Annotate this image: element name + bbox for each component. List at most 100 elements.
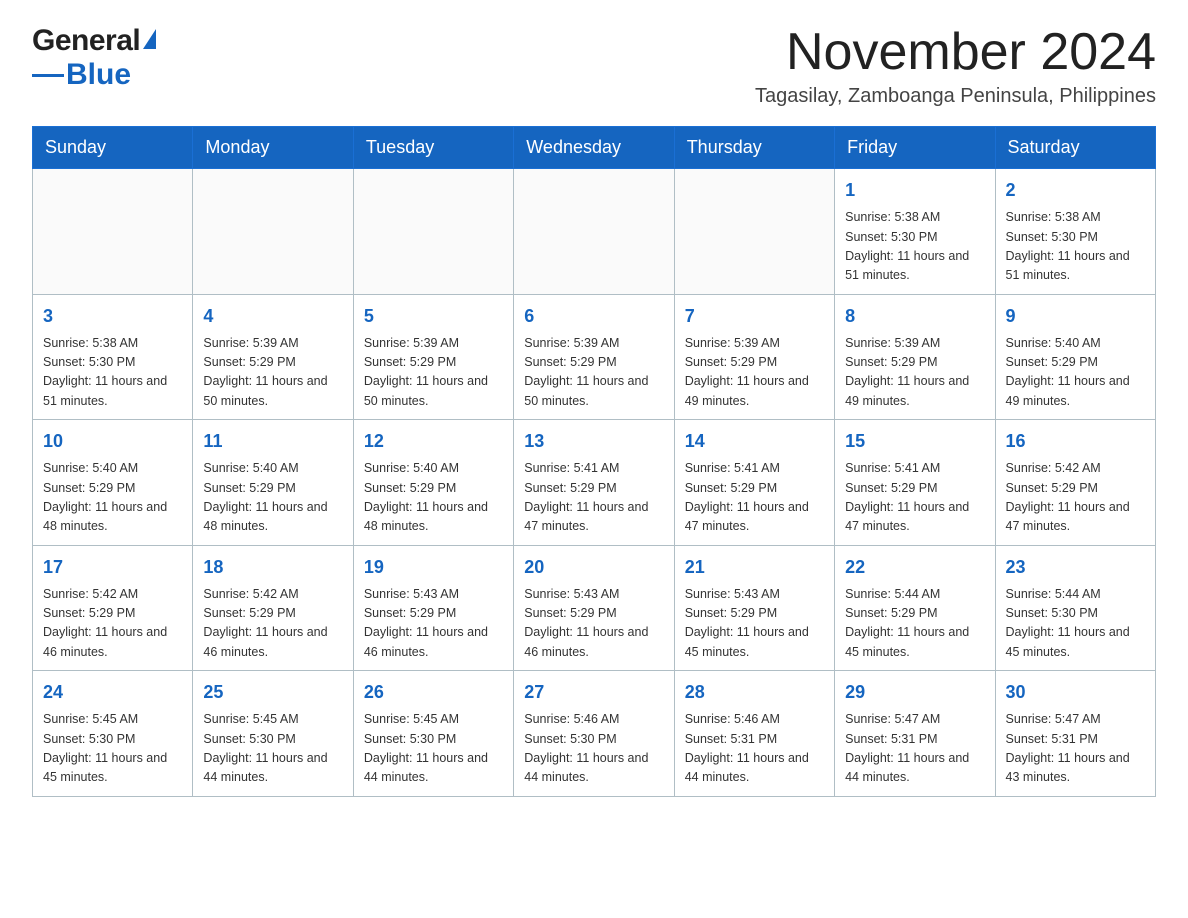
day-info: Sunrise: 5:38 AM Sunset: 5:30 PM Dayligh… <box>845 208 984 286</box>
location-subtitle: Tagasilay, Zamboanga Peninsula, Philippi… <box>755 85 1156 108</box>
logo-general-text: General <box>32 24 140 58</box>
day-info: Sunrise: 5:38 AM Sunset: 5:30 PM Dayligh… <box>1006 208 1145 286</box>
day-info: Sunrise: 5:39 AM Sunset: 5:29 PM Dayligh… <box>203 334 342 412</box>
calendar-cell <box>353 169 513 295</box>
day-info: Sunrise: 5:41 AM Sunset: 5:29 PM Dayligh… <box>685 459 824 537</box>
calendar-cell: 30 Sunrise: 5:47 AM Sunset: 5:31 PM Dayli… <box>995 671 1155 797</box>
day-number: 22 <box>845 554 984 581</box>
calendar-table: Sunday Monday Tuesday Wednesday Thursday… <box>32 126 1156 797</box>
day-number: 10 <box>43 428 182 455</box>
col-monday: Monday <box>193 127 353 169</box>
calendar-cell: 13 Sunrise: 5:41 AM Sunset: 5:29 PM Dayli… <box>514 420 674 546</box>
day-info: Sunrise: 5:45 AM Sunset: 5:30 PM Dayligh… <box>43 710 182 788</box>
day-number: 21 <box>685 554 824 581</box>
calendar-cell: 9 Sunrise: 5:40 AM Sunset: 5:29 PM Daylig… <box>995 294 1155 420</box>
logo-blue-text: Blue <box>66 58 131 92</box>
logo-triangle-icon <box>143 29 156 49</box>
day-info: Sunrise: 5:40 AM Sunset: 5:29 PM Dayligh… <box>364 459 503 537</box>
day-number: 14 <box>685 428 824 455</box>
day-info: Sunrise: 5:43 AM Sunset: 5:29 PM Dayligh… <box>524 585 663 663</box>
calendar-cell: 12 Sunrise: 5:40 AM Sunset: 5:29 PM Dayli… <box>353 420 513 546</box>
day-number: 2 <box>1006 177 1145 204</box>
calendar-cell <box>193 169 353 295</box>
col-wednesday: Wednesday <box>514 127 674 169</box>
day-info: Sunrise: 5:40 AM Sunset: 5:29 PM Dayligh… <box>43 459 182 537</box>
month-title: November 2024 <box>755 24 1156 81</box>
day-number: 19 <box>364 554 503 581</box>
calendar-cell: 18Sunrise: 5:42 AM Sunset: 5:29 PM Dayli… <box>193 545 353 671</box>
day-number: 5 <box>364 303 503 330</box>
day-info: Sunrise: 5:45 AM Sunset: 5:30 PM Dayligh… <box>203 710 342 788</box>
calendar-cell: 4 Sunrise: 5:39 AM Sunset: 5:29 PM Daylig… <box>193 294 353 420</box>
day-number: 24 <box>43 679 182 706</box>
day-number: 3 <box>43 303 182 330</box>
calendar-cell: 15Sunrise: 5:41 AM Sunset: 5:29 PM Dayli… <box>835 420 995 546</box>
calendar-week-1: 1 Sunrise: 5:38 AM Sunset: 5:30 PM Daylig… <box>33 169 1156 295</box>
day-number: 12 <box>364 428 503 455</box>
day-number: 4 <box>203 303 342 330</box>
day-number: 8 <box>845 303 984 330</box>
calendar-cell <box>33 169 193 295</box>
col-sunday: Sunday <box>33 127 193 169</box>
day-number: 16 <box>1006 428 1145 455</box>
calendar-cell: 20 Sunrise: 5:43 AM Sunset: 5:29 PM Dayli… <box>514 545 674 671</box>
day-number: 23 <box>1006 554 1145 581</box>
calendar-cell: 2 Sunrise: 5:38 AM Sunset: 5:30 PM Daylig… <box>995 169 1155 295</box>
day-number: 15 <box>845 428 984 455</box>
day-info: Sunrise: 5:39 AM Sunset: 5:29 PM Dayligh… <box>364 334 503 412</box>
day-info: Sunrise: 5:42 AM Sunset: 5:29 PM Dayligh… <box>203 585 342 663</box>
day-number: 27 <box>524 679 663 706</box>
day-number: 1 <box>845 177 984 204</box>
calendar-cell <box>674 169 834 295</box>
day-number: 29 <box>845 679 984 706</box>
day-info: Sunrise: 5:40 AM Sunset: 5:29 PM Dayligh… <box>1006 334 1145 412</box>
day-info: Sunrise: 5:43 AM Sunset: 5:29 PM Dayligh… <box>685 585 824 663</box>
calendar-cell: 10 Sunrise: 5:40 AM Sunset: 5:29 PM Dayli… <box>33 420 193 546</box>
day-number: 6 <box>524 303 663 330</box>
day-info: Sunrise: 5:46 AM Sunset: 5:31 PM Dayligh… <box>685 710 824 788</box>
calendar-cell: 26Sunrise: 5:45 AM Sunset: 5:30 PM Dayli… <box>353 671 513 797</box>
day-info: Sunrise: 5:43 AM Sunset: 5:29 PM Dayligh… <box>364 585 503 663</box>
calendar-week-2: 3 Sunrise: 5:38 AM Sunset: 5:30 PM Daylig… <box>33 294 1156 420</box>
calendar-cell: 1 Sunrise: 5:38 AM Sunset: 5:30 PM Daylig… <box>835 169 995 295</box>
calendar-week-5: 24 Sunrise: 5:45 AM Sunset: 5:30 PM Dayli… <box>33 671 1156 797</box>
calendar-cell: 22Sunrise: 5:44 AM Sunset: 5:29 PM Dayli… <box>835 545 995 671</box>
day-number: 20 <box>524 554 663 581</box>
day-number: 9 <box>1006 303 1145 330</box>
calendar-cell: 21 Sunrise: 5:43 AM Sunset: 5:29 PM Dayli… <box>674 545 834 671</box>
calendar-cell: 5 Sunrise: 5:39 AM Sunset: 5:29 PM Daylig… <box>353 294 513 420</box>
calendar-cell: 28Sunrise: 5:46 AM Sunset: 5:31 PM Dayli… <box>674 671 834 797</box>
calendar-cell: 3 Sunrise: 5:38 AM Sunset: 5:30 PM Daylig… <box>33 294 193 420</box>
day-number: 25 <box>203 679 342 706</box>
calendar-cell: 27 Sunrise: 5:46 AM Sunset: 5:30 PM Dayli… <box>514 671 674 797</box>
calendar-week-3: 10 Sunrise: 5:40 AM Sunset: 5:29 PM Dayli… <box>33 420 1156 546</box>
calendar-cell: 8Sunrise: 5:39 AM Sunset: 5:29 PM Daylig… <box>835 294 995 420</box>
col-tuesday: Tuesday <box>353 127 513 169</box>
calendar-cell <box>514 169 674 295</box>
calendar-header-row: Sunday Monday Tuesday Wednesday Thursday… <box>33 127 1156 169</box>
col-saturday: Saturday <box>995 127 1155 169</box>
day-info: Sunrise: 5:41 AM Sunset: 5:29 PM Dayligh… <box>524 459 663 537</box>
day-info: Sunrise: 5:46 AM Sunset: 5:30 PM Dayligh… <box>524 710 663 788</box>
day-number: 7 <box>685 303 824 330</box>
day-info: Sunrise: 5:47 AM Sunset: 5:31 PM Dayligh… <box>1006 710 1145 788</box>
day-number: 30 <box>1006 679 1145 706</box>
day-info: Sunrise: 5:44 AM Sunset: 5:30 PM Dayligh… <box>1006 585 1145 663</box>
day-number: 13 <box>524 428 663 455</box>
col-friday: Friday <box>835 127 995 169</box>
day-info: Sunrise: 5:45 AM Sunset: 5:30 PM Dayligh… <box>364 710 503 788</box>
calendar-cell: 7Sunrise: 5:39 AM Sunset: 5:29 PM Daylig… <box>674 294 834 420</box>
day-info: Sunrise: 5:39 AM Sunset: 5:29 PM Dayligh… <box>524 334 663 412</box>
day-info: Sunrise: 5:47 AM Sunset: 5:31 PM Dayligh… <box>845 710 984 788</box>
calendar-cell: 23 Sunrise: 5:44 AM Sunset: 5:30 PM Dayli… <box>995 545 1155 671</box>
day-info: Sunrise: 5:40 AM Sunset: 5:29 PM Dayligh… <box>203 459 342 537</box>
day-number: 17 <box>43 554 182 581</box>
day-info: Sunrise: 5:42 AM Sunset: 5:29 PM Dayligh… <box>1006 459 1145 537</box>
calendar-cell: 14 Sunrise: 5:41 AM Sunset: 5:29 PM Dayli… <box>674 420 834 546</box>
day-info: Sunrise: 5:38 AM Sunset: 5:30 PM Dayligh… <box>43 334 182 412</box>
calendar-cell: 29 Sunrise: 5:47 AM Sunset: 5:31 PM Dayli… <box>835 671 995 797</box>
calendar-cell: 19 Sunrise: 5:43 AM Sunset: 5:29 PM Dayli… <box>353 545 513 671</box>
day-number: 11 <box>203 428 342 455</box>
calendar-cell: 17Sunrise: 5:42 AM Sunset: 5:29 PM Dayli… <box>33 545 193 671</box>
calendar-cell: 11 Sunrise: 5:40 AM Sunset: 5:29 PM Dayli… <box>193 420 353 546</box>
